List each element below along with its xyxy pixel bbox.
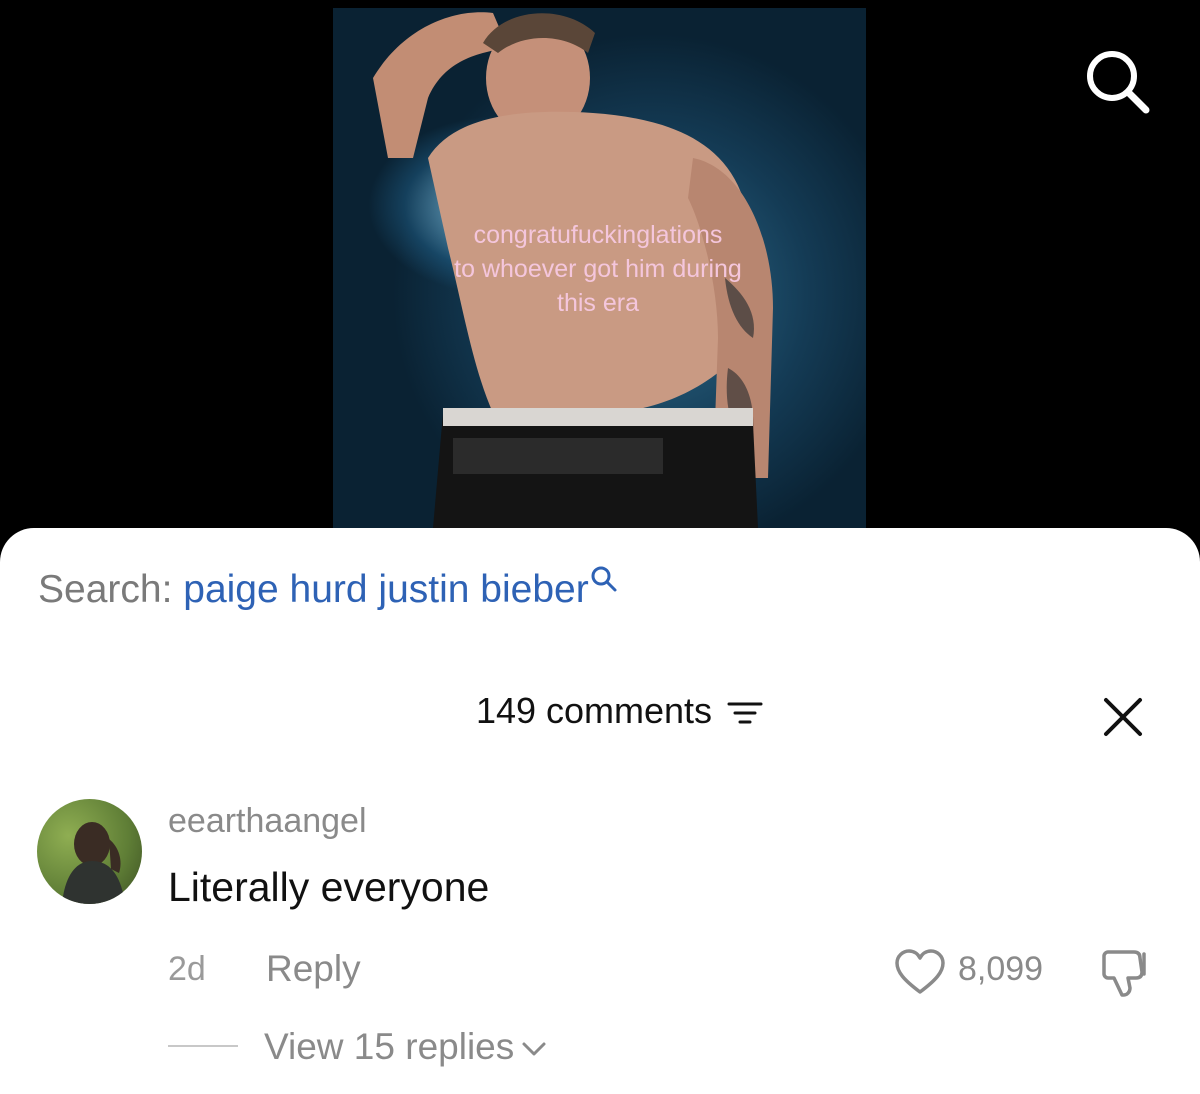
caption-line: this era — [557, 289, 639, 317]
heart-icon[interactable] — [894, 948, 946, 996]
video-area[interactable]: congratufuckinglations to whoever got hi… — [0, 0, 1200, 560]
view-replies-label: View 15 replies — [264, 1026, 515, 1067]
chevron-down-icon — [522, 1042, 546, 1056]
replies-divider — [168, 1045, 238, 1047]
view-replies-button[interactable]: View 15 replies — [264, 1026, 548, 1068]
video-overlay-caption: congratufuckinglations to whoever got hi… — [403, 218, 793, 320]
search-icon[interactable] — [1080, 44, 1154, 118]
sort-icon[interactable] — [726, 699, 764, 727]
comment-text: Literally everyone — [168, 864, 490, 910]
comment-username[interactable]: eearthaangel — [168, 802, 367, 841]
avatar-photo — [62, 822, 125, 904]
like-count: 8,099 — [958, 950, 1044, 988]
comments-sheet: Search: paige hurd justin bieber 149 com… — [0, 528, 1200, 1094]
search-icon[interactable] — [589, 564, 619, 594]
search-suggestion[interactable]: Search: paige hurd justin bieber — [38, 566, 619, 612]
thumbs-down-icon[interactable] — [1100, 946, 1154, 998]
comment-age: 2d — [168, 950, 206, 988]
close-icon[interactable] — [1100, 694, 1146, 740]
search-prefix: Search: — [38, 568, 173, 611]
caption-line: to whoever got him during — [454, 255, 742, 283]
comments-header: 149 comments — [0, 690, 1200, 732]
avatar[interactable] — [37, 799, 142, 904]
video-thumbnail[interactable]: congratufuckinglations to whoever got hi… — [333, 8, 866, 528]
reply-button[interactable]: Reply — [266, 948, 361, 990]
search-query-link[interactable]: paige hurd justin bieber — [183, 568, 588, 611]
caption-line: congratufuckinglations — [473, 221, 723, 249]
comments-count: 149 comments — [475, 690, 713, 731]
